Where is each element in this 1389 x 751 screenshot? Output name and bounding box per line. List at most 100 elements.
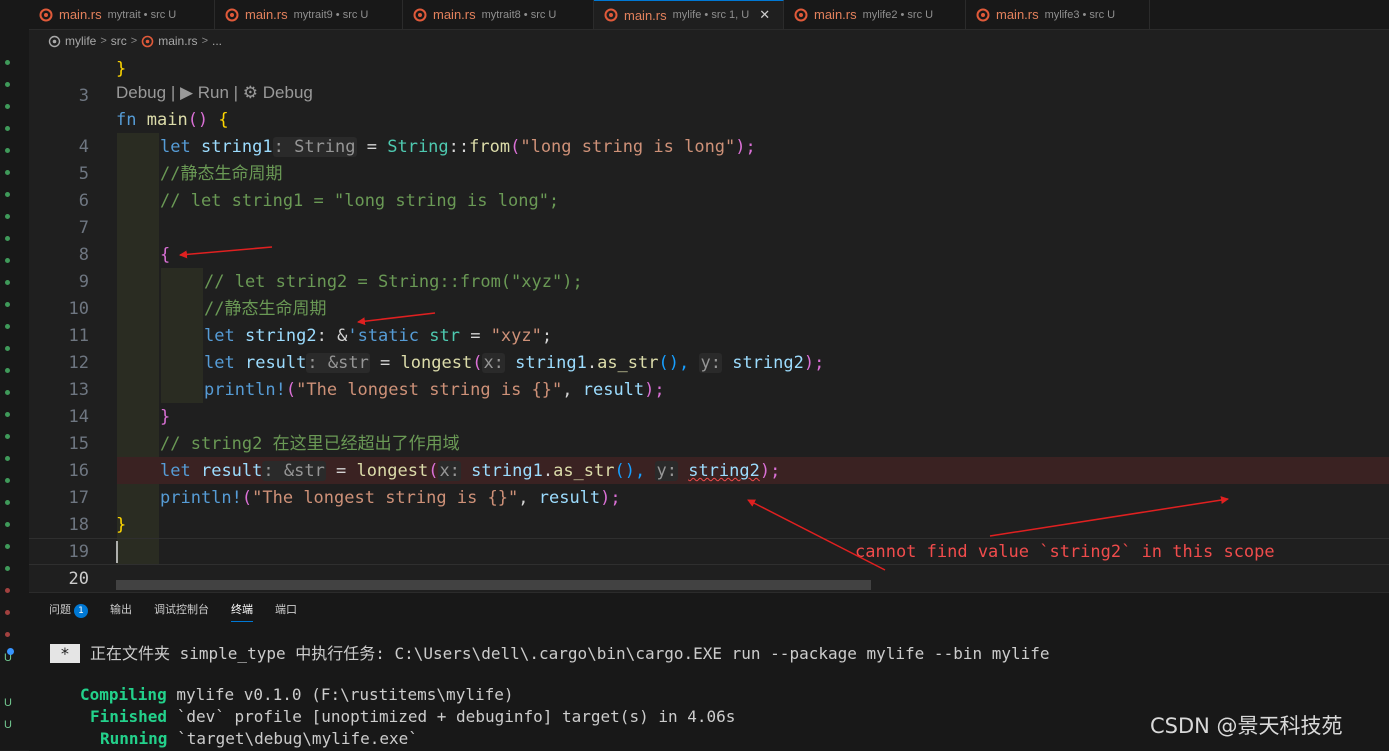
tab-filename: main.rs [814,7,857,22]
tab-problems[interactable]: 问题 1 [49,601,88,622]
status-dot [5,456,10,461]
code-token: "long string is long" [520,137,736,157]
package-icon [48,35,61,47]
tab-terminal[interactable]: 终端 [231,601,253,622]
cargo-status: Finished [90,707,168,726]
code-token: result [244,353,307,373]
code-token: string2 [244,326,317,346]
breadcrumb-item-mylife[interactable]: mylife [65,34,96,48]
scm-untracked-marker: U [4,697,12,709]
cargo-output-text: mylife v0.1.0 (F:\rustitems\mylife) [166,685,514,704]
code-token: ( [241,488,253,508]
code-token: } [116,59,127,79]
code-editor[interactable]: Debug | ▶ Run | ⚙ Debug 3 } 4 fn main() … [29,52,1389,592]
close-icon[interactable]: ✕ [759,8,770,23]
code-token: "xyz" [490,326,542,346]
status-dot [5,434,10,439]
tab-output[interactable]: 输出 [110,601,132,622]
cargo-status: Running [100,729,168,748]
tab-mylife2[interactable]: main.rs mylife2 • src U [784,0,966,29]
code-line: 18 println!("The longest string is {}", … [29,485,1389,535]
rust-icon [39,8,53,21]
breadcrumb-item-src[interactable]: src [111,34,127,48]
code-token: ( [428,461,439,481]
editor-tab-bar: main.rs mytrait • src U main.rs mytrait9… [0,0,1389,30]
code-line: 4 fn main() { [29,107,1389,157]
tab-description: mytrait8 • src U [481,8,557,21]
codelens-run-debug[interactable]: Debug | ▶ Run | ⚙ Debug [116,83,313,103]
type-inlay-hint: : &str [306,353,370,373]
code-token: (), [658,353,690,373]
tab-mytrait[interactable]: main.rs mytrait • src U [29,0,215,29]
cargo-status: Compiling [80,685,167,704]
status-dot [5,588,10,593]
tab-filename: main.rs [59,7,102,22]
code-token: from [469,137,511,157]
status-dot [5,544,10,549]
status-dot [5,192,10,197]
terminal-output-line: Compiling mylife v0.1.0 (F:\rustitems\my… [80,685,513,704]
terminal-task-indicator [7,648,14,655]
code-token: :: [448,137,470,157]
code-line: 16 // string2 在这里已经超出了作用域 [29,431,1389,481]
status-dot [5,478,10,483]
code-token: let [160,461,191,481]
rust-icon [141,35,154,47]
code-line: 7 // let string1 = "long string is long"… [29,188,1389,238]
code-token: { [218,110,229,130]
code-token: let [160,137,191,157]
breadcrumb-item-symbol[interactable]: ... [212,34,222,48]
tab-mylife3[interactable]: main.rs mylife3 • src U [966,0,1150,29]
code-token: string2 [732,353,804,373]
code-line: 8 [29,215,1389,265]
status-dot [5,412,10,417]
status-dot [5,346,10,351]
tab-description: mylife • src 1, U [672,9,750,21]
rust-icon [413,8,427,21]
watermark: CSDN @景天科技苑 [1150,714,1343,738]
code-token: = [369,353,401,373]
tab-filename: main.rs [245,7,288,22]
status-dot [5,214,10,219]
horizontal-scrollbar[interactable] [116,580,871,590]
code-line-current: 20 [29,539,1389,589]
code-line: 14 println!("The longest string is {}", … [29,377,1389,427]
breadcrumb-separator: > [100,35,107,47]
status-dot [5,302,10,307]
tab-mylife-active[interactable]: main.rs mylife • src 1, U ✕ [594,0,784,29]
code-token: main [146,110,188,130]
code-token: ); [803,353,825,373]
status-dot [5,126,10,131]
tab-mytrait9[interactable]: main.rs mytrait9 • src U [215,0,403,29]
code-token: result [582,380,645,400]
tab-mytrait8[interactable]: main.rs mytrait8 • src U [403,0,594,29]
tab-debug-console[interactable]: 调试控制台 [154,601,209,622]
code-token: ( [472,353,483,373]
task-command-text: 正在文件夹 simple_type 中执行任务: C:\Users\dell\.… [90,644,1050,663]
error-squiggle-token[interactable]: string2 [688,461,760,481]
code-comment: // let string1 = "long string is long"; [160,191,560,211]
code-token: result [538,488,601,508]
rust-icon [604,8,618,22]
code-line: 3 } [29,56,1389,106]
cargo-output-text: `target\debug\mylife.exe` [167,729,418,748]
code-line: 15 } [29,404,1389,454]
tab-bar-left-strip [0,0,29,29]
tab-ports[interactable]: 端口 [275,601,297,622]
tab-description: mylife3 • src U [1044,8,1116,21]
breadcrumb-separator: > [130,35,138,47]
code-token: 'static [347,326,419,346]
code-token: "The longest string is {}" [296,380,563,400]
code-token: , [518,488,539,508]
status-dot [5,82,10,87]
status-dot [5,522,10,527]
tab-filename: main.rs [433,7,476,22]
code-token: string1 [200,137,273,157]
breadcrumb-item-file[interactable]: main.rs [158,34,197,48]
code-line: 12 let string2: &'static str = "xyz"; [29,323,1389,373]
